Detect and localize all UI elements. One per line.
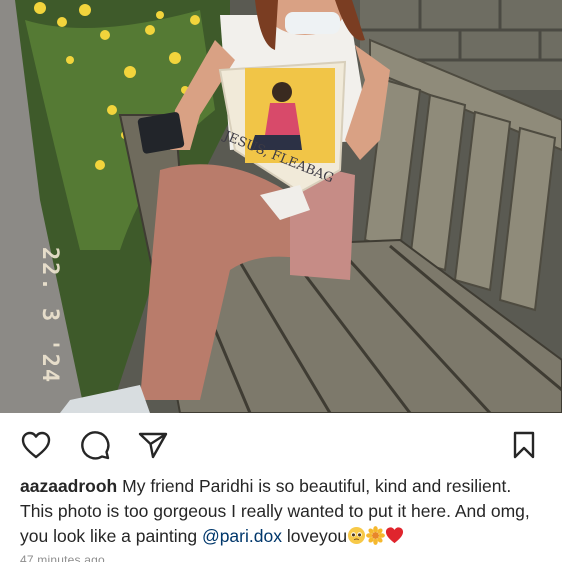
red-heart-emoji-icon [386,527,404,544]
sunflower-emoji-icon [366,526,386,545]
caption-username[interactable]: aazaadrooh [20,476,117,496]
photo-illustration [0,0,562,413]
post-action-bar [0,413,562,475]
share-button[interactable] [136,428,170,462]
post-caption: aazaadrooh My friend Paridhi is so beaut… [20,474,548,549]
bookmark-outline-icon [513,431,535,459]
heart-outline-icon [21,431,51,459]
post-timestamp: 47 minutes ago [20,553,105,562]
photo-date-stamp: 22. 3 '24 [20,230,80,400]
save-button[interactable] [507,428,541,462]
speech-bubble-icon [81,431,110,460]
comment-button[interactable] [78,428,112,462]
caption-mention[interactable]: @pari.dox [202,526,282,546]
date-stamp-text: 22. 3 '24 [37,246,63,384]
caption-text-end: loveyou [286,526,348,546]
pleading-face-emoji-icon [348,526,366,545]
post-photo[interactable]: 22. 3 '24 JESUS, FLEABAG [0,0,562,413]
like-button[interactable] [19,428,53,462]
instagram-post: 22. 3 '24 JESUS, FLEABAG aazaadrooh My f… [0,0,562,562]
paper-plane-icon [138,432,168,459]
